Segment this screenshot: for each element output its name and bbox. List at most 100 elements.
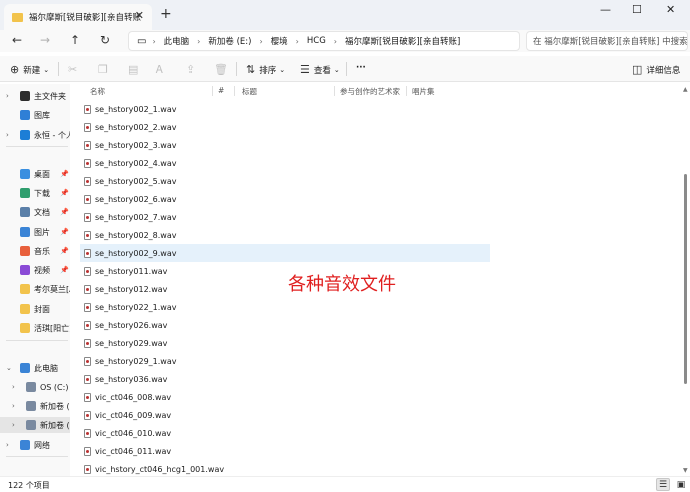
sidebar-item[interactable]: › 网络: [0, 437, 70, 453]
sidebar-item[interactable]: 封面: [0, 301, 70, 317]
file-row[interactable]: se_hstory026.wav: [80, 316, 490, 334]
audio-file-icon: [84, 392, 91, 402]
file-name: vic_ct046_011.wav: [95, 446, 172, 456]
file-name: vic_ct046_009.wav: [95, 410, 172, 420]
column-artist[interactable]: 参与创作的艺术家: [340, 86, 400, 97]
sidebar-item[interactable]: 桌面 📌: [0, 166, 70, 182]
sidebar-item[interactable]: 考尔莫兰[Al: [0, 281, 70, 297]
sidebar-item[interactable]: › 永恒 - 个人: [0, 127, 70, 143]
file-row[interactable]: se_hstory002_2.wav: [80, 118, 490, 136]
file-row[interactable]: vic_ct046_009.wav: [80, 406, 490, 424]
column-divider[interactable]: [234, 86, 235, 96]
file-row[interactable]: vic_ct046_010.wav: [80, 424, 490, 442]
file-row[interactable]: se_hstory002_7.wav: [80, 208, 490, 226]
share-button[interactable]: ⇪: [186, 63, 199, 76]
audio-file-icon: [84, 158, 91, 168]
details-pane-button[interactable]: ◫ 详细信息: [632, 63, 680, 76]
chevron-down-icon[interactable]: ⌄: [6, 364, 12, 372]
column-divider[interactable]: [334, 86, 335, 96]
tab-current-folder[interactable]: 福尔摩斯[锐目破影][亲自转账] ✕: [4, 4, 152, 30]
file-row[interactable]: vic_hstory_ct046_hcg1_001.wav: [80, 460, 490, 476]
search-input[interactable]: 在 福尔摩斯[锐目破影][亲自转账] 中搜索: [526, 31, 688, 51]
sidebar-item[interactable]: ⌄ 此电脑: [0, 360, 70, 376]
chevron-right-icon[interactable]: ›: [12, 402, 15, 410]
copy-button[interactable]: ❐: [98, 63, 112, 76]
column-title[interactable]: 标题: [242, 86, 257, 97]
forward-button[interactable]: →: [40, 33, 50, 47]
delete-button[interactable]: 🗑: [214, 63, 232, 76]
file-row[interactable]: se_hstory002_4.wav: [80, 154, 490, 172]
file-row[interactable]: se_hstory002_8.wav: [80, 226, 490, 244]
paste-button[interactable]: ▤: [128, 63, 142, 76]
file-row[interactable]: vic_ct046_011.wav: [80, 442, 490, 460]
audio-file-icon: [84, 302, 91, 312]
file-row[interactable]: se_hstory002_1.wav: [80, 100, 490, 118]
tab-title: 福尔摩斯[锐目破影][亲自转账]: [29, 13, 141, 23]
details-view-icon[interactable]: ☰: [656, 478, 670, 491]
breadcrumb-sakura[interactable]: 樱境: [271, 35, 288, 47]
more-options-button[interactable]: ···: [356, 63, 366, 73]
sidebar-item-label: 下载: [34, 188, 50, 198]
sidebar-item[interactable]: 图库: [0, 107, 70, 123]
breadcrumb-this-pc[interactable]: 此电脑: [164, 35, 190, 47]
chevron-right-icon[interactable]: ›: [6, 92, 9, 100]
file-row[interactable]: se_hstory002_6.wav: [80, 190, 490, 208]
new-tab-button[interactable]: +: [160, 6, 172, 22]
chevron-right-icon[interactable]: ›: [6, 441, 9, 449]
tab-close-icon[interactable]: ✕: [135, 9, 144, 22]
sidebar-item[interactable]: 图片 📌: [0, 224, 70, 240]
file-row[interactable]: se_hstory029_1.wav: [80, 352, 490, 370]
audio-file-icon: [84, 446, 91, 456]
column-number[interactable]: #: [218, 86, 224, 95]
column-album[interactable]: 唱片集: [412, 86, 435, 97]
sidebar-item[interactable]: › OS (C:): [0, 379, 70, 395]
file-row[interactable]: se_hstory022_1.wav: [80, 298, 490, 316]
column-name[interactable]: 名称: [90, 86, 105, 97]
scrollbar-thumb[interactable]: [684, 174, 687, 384]
file-row[interactable]: se_hstory029.wav: [80, 334, 490, 352]
new-button[interactable]: ⊕ 新建 ⌄: [10, 63, 49, 76]
file-row[interactable]: se_hstory002_5.wav: [80, 172, 490, 190]
scroll-up-icon[interactable]: ▲: [683, 86, 688, 93]
sidebar-item[interactable]: 视频 📌: [0, 262, 70, 278]
vertical-scrollbar[interactable]: ▲ ▼: [682, 84, 689, 476]
breadcrumb-hcg[interactable]: HCG: [307, 36, 326, 46]
maximize-button[interactable]: ☐: [632, 3, 642, 16]
refresh-button[interactable]: ↻: [100, 33, 110, 47]
file-row[interactable]: se_hstory012.wav: [80, 280, 490, 298]
file-row[interactable]: vic_ct046_008.wav: [80, 388, 490, 406]
sidebar-item[interactable]: 下载 📌: [0, 185, 70, 201]
sidebar-item[interactable]: 活琪[阳亡]: [0, 320, 70, 336]
file-row[interactable]: se_hstory036.wav: [80, 370, 490, 388]
view-button[interactable]: ☰ 查看 ⌄: [300, 63, 340, 76]
column-divider[interactable]: [212, 86, 213, 96]
close-window-button[interactable]: ✕: [666, 3, 675, 16]
sidebar-item[interactable]: › 主文件夹: [0, 88, 70, 104]
minimize-button[interactable]: —: [600, 3, 611, 16]
breadcrumb-current[interactable]: 福尔摩斯[锐目破影][亲自转账]: [345, 35, 460, 47]
sidebar-item[interactable]: › 新加卷 (D:): [0, 398, 70, 414]
sort-button[interactable]: ⇅ 排序 ⌄: [246, 63, 285, 76]
file-row[interactable]: se_hstory002_3.wav: [80, 136, 490, 154]
address-bar[interactable]: ▭ › 此电脑 › 新加卷 (E:) › 樱境 › HCG › 福尔摩斯[锐目破…: [128, 31, 520, 51]
chevron-right-icon[interactable]: ›: [12, 383, 15, 391]
chevron-right-icon[interactable]: ›: [12, 421, 15, 429]
back-button[interactable]: ←: [12, 33, 22, 47]
scroll-down-icon[interactable]: ▼: [683, 467, 688, 474]
column-divider[interactable]: [406, 86, 407, 96]
chevron-right-icon[interactable]: ›: [6, 131, 9, 139]
sidebar-item[interactable]: › 新加卷 (E:): [0, 417, 70, 433]
rename-button[interactable]: Ꭺ: [156, 63, 167, 77]
file-name: se_hstory029_1.wav: [95, 356, 177, 366]
sidebar-item[interactable]: 文档 📌: [0, 204, 70, 220]
cut-button[interactable]: ✂: [68, 63, 81, 76]
sidebar-item-label: 考尔莫兰[Al: [34, 284, 70, 294]
file-name: se_hstory002_7.wav: [95, 212, 177, 222]
audio-file-icon: [84, 320, 91, 330]
breadcrumb-drive-e[interactable]: 新加卷 (E:): [208, 35, 251, 47]
file-row[interactable]: se_hstory011.wav: [80, 262, 490, 280]
file-row[interactable]: se_hstory002_9.wav: [80, 244, 490, 262]
tiles-view-icon[interactable]: ▣: [674, 478, 688, 491]
sidebar-item[interactable]: 音乐 📌: [0, 243, 70, 259]
up-button[interactable]: ↑: [70, 33, 80, 47]
